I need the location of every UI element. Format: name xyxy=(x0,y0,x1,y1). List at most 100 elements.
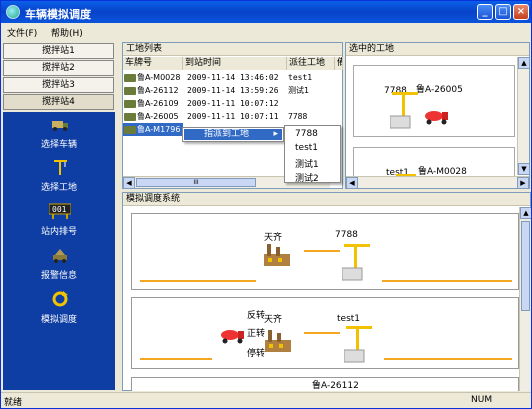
table-row[interactable]: 鲁A-M0028 2009-11-14 13:46:02 test1 xyxy=(123,71,341,84)
status-text: 就绪 xyxy=(4,398,23,408)
factory-icon xyxy=(264,244,290,266)
road-line xyxy=(140,280,256,282)
crane-icon xyxy=(344,326,372,363)
crane-icon xyxy=(342,244,370,281)
road-line xyxy=(140,358,212,360)
selected-site-panel: 选中的工地 7788 鲁A-26005 test1 鲁A-M0028 ▲ ▼ ◀… xyxy=(345,42,530,189)
nav-select-vehicle[interactable]: 选择车辆 xyxy=(3,115,115,155)
nav-queue[interactable]: 001 站内排号 xyxy=(3,202,115,242)
site-cell: test1 xyxy=(288,73,313,82)
mixer-truck-icon xyxy=(221,330,244,344)
road-line xyxy=(304,250,340,252)
status-bar: 就绪 NUM xyxy=(1,392,531,408)
forward-label[interactable]: 正转 xyxy=(247,326,265,339)
table-row[interactable]: 鲁A-26112 2009-11-14 13:59:26 测试1 xyxy=(123,84,341,97)
context-menu-item[interactable]: 指派到工地 ▸ xyxy=(184,129,282,140)
column-header[interactable]: 派往工地 xyxy=(287,57,335,70)
truck-icon xyxy=(124,73,136,82)
column-header[interactable]: 到站时间 xyxy=(183,57,287,70)
station-button-2[interactable]: 搅拌站2 xyxy=(3,60,114,76)
menu-help[interactable]: 帮助(H) xyxy=(51,26,83,39)
time-cell: 2009-11-14 13:46:02 xyxy=(187,73,279,82)
submenu-item[interactable]: 7788 xyxy=(295,129,318,139)
simulation-lane: 天齐 7788 xyxy=(131,213,519,290)
window-title: 车辆模拟调度 xyxy=(25,8,91,21)
crane-icon xyxy=(54,160,67,175)
nav-select-site[interactable]: 选择工地 xyxy=(3,158,115,198)
station-name: 天齐 xyxy=(264,233,283,243)
factory-icon xyxy=(265,330,291,352)
scroll-right-button[interactable]: ▶ xyxy=(517,177,529,189)
vertical-scrollbar[interactable]: ▲ xyxy=(519,207,531,391)
plate-cell: 鲁A-26109 xyxy=(137,99,179,108)
submenu-item[interactable]: 测试2 xyxy=(295,171,319,184)
submenu-item[interactable]: test1 xyxy=(295,143,318,153)
menu-file[interactable]: 文件(F) xyxy=(7,26,37,39)
simulation-lane: 反转 天齐 test1 正转 停转 xyxy=(131,297,519,369)
plate-cell: 鲁A-M0028 xyxy=(137,73,181,82)
scroll-left-button[interactable]: ◀ xyxy=(346,177,358,189)
nav-alarm[interactable]: 报警信息 xyxy=(3,246,115,286)
site-cell: 7788 xyxy=(288,112,308,121)
plate-cell: 鲁A-M1796 xyxy=(137,125,181,134)
station-button-1[interactable]: 搅拌站1 xyxy=(3,43,114,59)
scroll-thumb[interactable]: III xyxy=(136,178,256,187)
assign-to-site-label: 指派到工地 xyxy=(204,129,250,139)
nav-simulate[interactable]: 模拟调度 xyxy=(3,290,115,330)
truck-icon xyxy=(124,125,136,134)
simulation-panel: 模拟调度系统 天齐 7788 反转 天齐 test1 正转 停转 鲁A-2611… xyxy=(122,192,531,391)
title-bar[interactable]: 车辆模拟调度 _ □ × xyxy=(1,1,531,23)
alarm-icon xyxy=(53,249,67,263)
site-cell: 测试1 xyxy=(288,86,310,95)
station-button-4[interactable]: 搅拌站4 xyxy=(3,94,114,110)
table-row[interactable]: 鲁A-26005 2009-11-11 10:07:11 7788 xyxy=(123,110,341,123)
column-header[interactable]: 備 xyxy=(335,57,343,70)
site-list-header: 工地列表 xyxy=(123,43,342,56)
simulation-header: 模拟调度系统 xyxy=(123,193,530,206)
road-line xyxy=(384,358,512,360)
plate-label: 鲁A-26112 xyxy=(312,381,359,391)
scroll-up-button[interactable]: ▲ xyxy=(518,57,530,69)
nav-label: 报警信息 xyxy=(40,271,77,281)
nav-label: 选择工地 xyxy=(40,183,77,193)
plate-cell: 鲁A-26005 xyxy=(137,112,179,121)
context-menu: 指派到工地 ▸ xyxy=(182,127,284,142)
nav-label: 站内排号 xyxy=(40,227,77,237)
truck-icon xyxy=(124,112,136,121)
crane-icon xyxy=(390,92,418,129)
scroll-up-button[interactable]: ▲ xyxy=(520,207,531,219)
time-cell: 2009-11-11 10:07:11 xyxy=(187,112,279,121)
site-name: test1 xyxy=(337,314,361,324)
horizontal-scrollbar[interactable]: ◀ ▶ xyxy=(346,176,529,189)
truck-icon xyxy=(52,121,68,131)
refresh-icon xyxy=(52,291,68,307)
svg-text:001: 001 xyxy=(52,205,67,214)
road-line xyxy=(304,332,340,334)
scroll-left-button[interactable]: ◀ xyxy=(123,177,135,189)
maximize-button[interactable]: □ xyxy=(495,4,511,20)
vertical-scrollbar[interactable]: ▲ ▼ xyxy=(517,57,530,175)
table-row-selected[interactable]: 鲁A-M1796 xyxy=(123,123,183,136)
nav-area: 选择车辆 选择工地 001 站内排号 报警信息 模拟调度 xyxy=(3,112,115,390)
table-row[interactable]: 鲁A-26109 2009-11-11 10:07:12 xyxy=(123,97,341,110)
scroll-down-button[interactable]: ▼ xyxy=(518,163,530,175)
submenu: 7788 test1 测试1 测试2 xyxy=(284,125,341,184)
site-name: 7788 xyxy=(335,230,358,240)
reverse-label[interactable]: 反转 xyxy=(247,308,265,321)
close-button[interactable]: × xyxy=(513,4,529,20)
submenu-item[interactable]: 测试1 xyxy=(295,157,319,170)
site-card[interactable]: 7788 鲁A-26005 xyxy=(353,65,515,137)
counter-icon: 001 xyxy=(49,203,71,219)
time-cell: 2009-11-11 10:07:12 xyxy=(187,99,279,108)
plate-cell: 鲁A-26112 xyxy=(137,86,179,95)
main-window: 车辆模拟调度 _ □ × 文件(F) 帮助(H) 搅拌站1 搅拌站2 搅拌站3 … xyxy=(0,0,532,409)
scroll-thumb[interactable] xyxy=(521,221,530,311)
plate-label: 鲁A-26005 xyxy=(416,85,463,95)
nav-label: 模拟调度 xyxy=(40,315,77,325)
stop-label[interactable]: 停转 xyxy=(247,346,265,359)
mixer-truck-icon xyxy=(425,111,448,125)
truck-icon xyxy=(124,86,136,95)
minimize-button[interactable]: _ xyxy=(477,4,493,20)
station-button-3[interactable]: 搅拌站3 xyxy=(3,77,114,93)
column-header[interactable]: 车牌号 xyxy=(123,57,183,70)
